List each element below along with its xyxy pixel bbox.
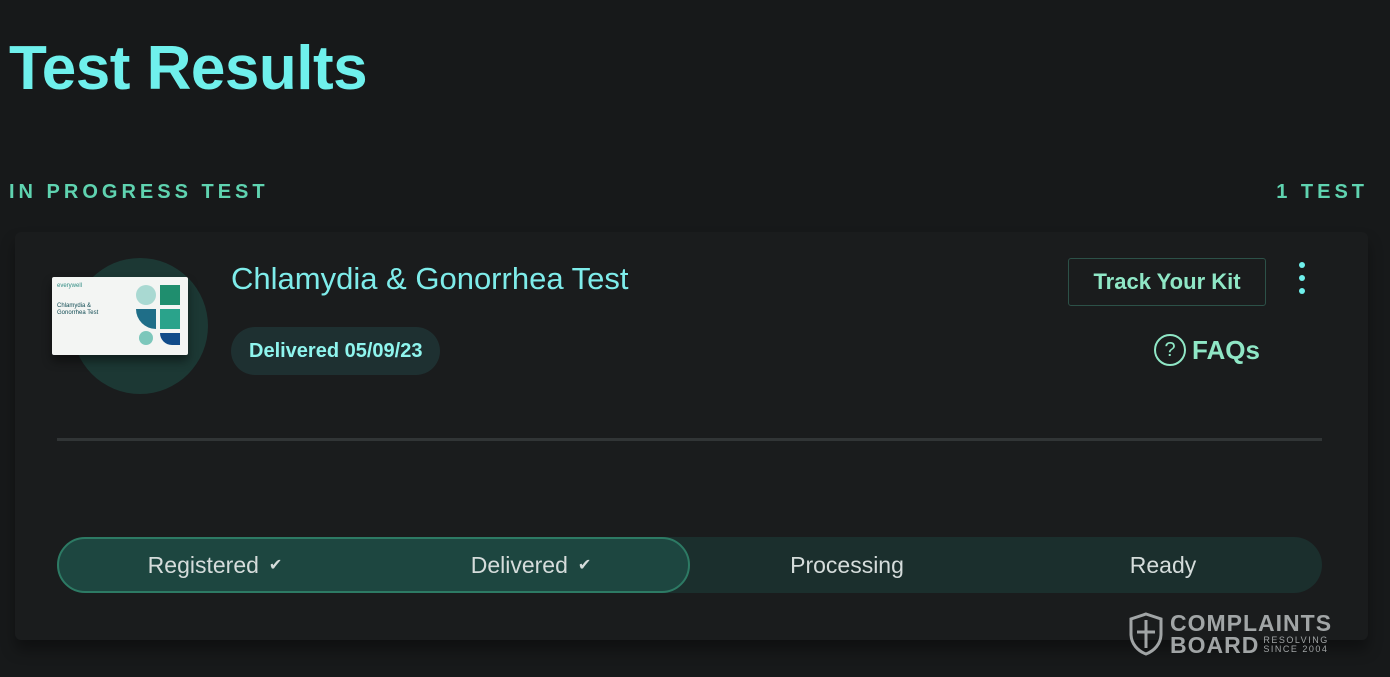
- test-count: 1 TEST: [1276, 181, 1368, 203]
- track-your-kit-button[interactable]: Track Your Kit: [1068, 258, 1266, 306]
- faqs-link[interactable]: ? FAQs: [1154, 332, 1260, 368]
- test-results-page: Test Results IN PROGRESS TEST 1 TEST eve…: [0, 0, 1390, 677]
- question-circle-icon: ?: [1154, 334, 1186, 366]
- page-title: Test Results: [9, 34, 368, 103]
- step-label: Ready: [1129, 551, 1197, 578]
- step-label: Registered: [147, 551, 259, 578]
- faqs-label: FAQs: [1192, 334, 1260, 365]
- kebab-menu-icon[interactable]: [1291, 260, 1313, 296]
- step-registered: Registered ✔: [57, 537, 373, 593]
- step-delivered: Delivered ✔: [373, 537, 689, 593]
- test-card: everywell Chlamydia & Gonorrhea Test Chl…: [15, 232, 1368, 640]
- check-icon: ✔: [577, 557, 592, 574]
- kebab-dot: [1299, 288, 1305, 294]
- watermark-line2: BOARD: [1170, 632, 1260, 658]
- test-name[interactable]: Chlamydia & Gonorrhea Test: [231, 263, 628, 294]
- step-label: Delivered: [470, 551, 568, 578]
- kit-brand: everywell: [57, 283, 83, 289]
- complaintsboard-watermark: COMPLAINTS BOARD RESOLVING SINCE 2004: [1128, 610, 1333, 658]
- watermark-line1: COMPLAINTS: [1170, 610, 1333, 636]
- step-processing: Processing: [689, 537, 1005, 593]
- status-badge: Delivered 05/09/23: [231, 327, 441, 375]
- check-icon: ✔: [268, 557, 283, 574]
- divider: [57, 438, 1322, 441]
- kit-artwork: [136, 285, 180, 345]
- kebab-dot: [1299, 275, 1305, 281]
- step-ready: Ready: [1005, 537, 1321, 593]
- step-label: Processing: [790, 551, 904, 578]
- kit-box: everywell Chlamydia & Gonorrhea Test: [52, 277, 188, 355]
- watermark-tag2: SINCE 2004: [1263, 644, 1329, 654]
- shield-icon: [1129, 612, 1163, 656]
- progress-tracker: Registered ✔ Delivered ✔ Processing Read…: [57, 537, 1322, 593]
- kebab-dot: [1299, 262, 1305, 268]
- kit-image: everywell Chlamydia & Gonorrhea Test: [52, 258, 212, 398]
- section-label: IN PROGRESS TEST: [9, 181, 269, 203]
- kit-name: Chlamydia & Gonorrhea Test: [57, 303, 99, 316]
